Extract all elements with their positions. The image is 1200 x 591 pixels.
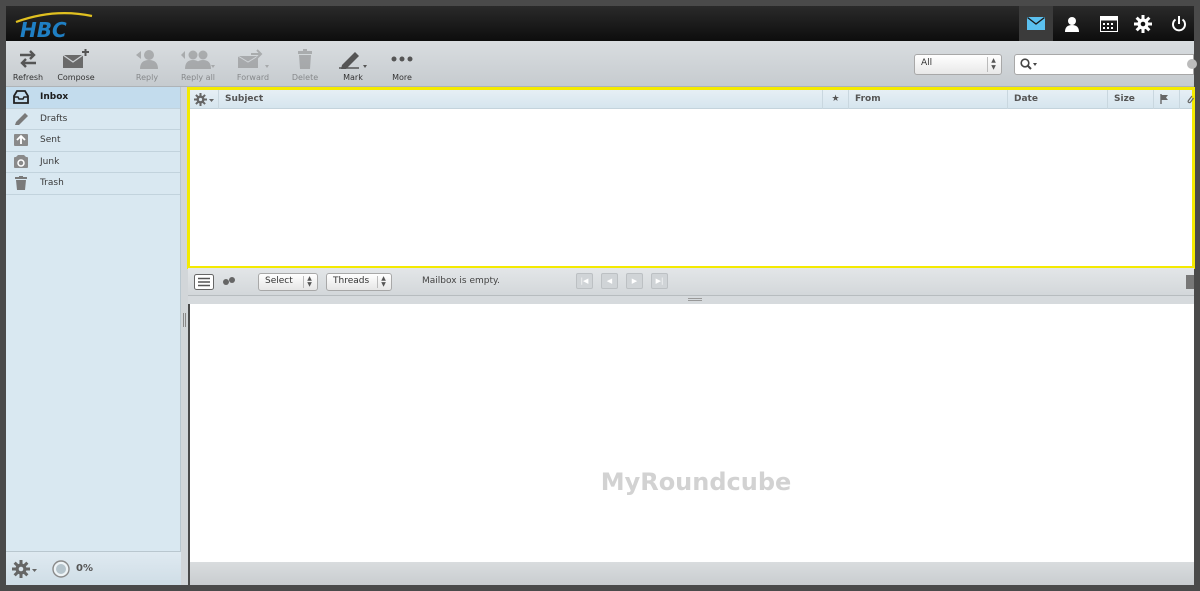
previous-page-icon[interactable]: ◀ xyxy=(601,273,618,289)
quota-text: 0% xyxy=(76,563,93,574)
column-flagged-star-icon[interactable]: ★ xyxy=(822,90,848,109)
vertical-splitter[interactable] xyxy=(181,87,188,585)
message-list[interactable]: Subject ★ From Date Size xyxy=(187,87,1195,269)
clear-search-icon[interactable] xyxy=(1187,59,1197,69)
reply-all-label: Reply all xyxy=(180,73,216,82)
contacts-icon[interactable] xyxy=(1055,6,1089,41)
search-icon[interactable] xyxy=(1020,58,1038,74)
more-button[interactable]: More xyxy=(378,47,426,82)
mark-pen-icon xyxy=(329,47,377,71)
toolbar: Refresh Compose Reply Reply all Forward … xyxy=(4,41,1197,87)
pencil-icon xyxy=(12,112,30,126)
mailbox-status: Mailbox is empty. xyxy=(422,276,500,286)
column-subject[interactable]: Subject xyxy=(218,90,822,109)
select-arrows-icon: ▲ ▼ xyxy=(987,57,999,72)
folder-actions-gear-icon[interactable] xyxy=(12,560,38,581)
column-attachment-icon[interactable] xyxy=(1179,90,1194,109)
svg-text:HBC: HBC xyxy=(20,18,67,40)
compose-icon xyxy=(52,47,100,71)
folder-label: Inbox xyxy=(40,92,69,103)
folder-trash[interactable]: Trash xyxy=(6,173,180,195)
horizontal-splitter[interactable] xyxy=(188,296,1194,304)
delete-label: Delete xyxy=(291,73,319,82)
folder-label: Trash xyxy=(40,178,64,189)
list-options-gear-icon[interactable] xyxy=(194,93,216,109)
forward-icon xyxy=(229,47,277,71)
more-label: More xyxy=(392,73,412,82)
top-header: HBC xyxy=(6,6,1196,42)
compose-button[interactable]: Compose xyxy=(52,47,100,82)
folder-drafts[interactable]: Drafts xyxy=(6,109,180,130)
column-from[interactable]: From xyxy=(848,90,1007,109)
select-arrows-icon: ▲ ▼ xyxy=(303,276,315,288)
select-menu[interactable]: Select ▲ ▼ xyxy=(258,273,318,291)
filter-select-value: All xyxy=(921,58,933,68)
more-dots-icon xyxy=(378,47,426,71)
reply-all-button[interactable]: Reply all xyxy=(174,47,222,82)
folder-sent[interactable]: Sent xyxy=(6,130,180,152)
message-list-header: Subject ★ From Date Size xyxy=(190,90,1194,109)
folder-sidebar: Inbox Drafts Sent Junk Trash 0% xyxy=(6,87,181,585)
sent-icon xyxy=(12,133,30,147)
refresh-label: Refresh xyxy=(12,73,44,82)
mark-button[interactable]: Mark xyxy=(329,47,377,82)
junk-icon xyxy=(12,154,30,169)
first-page-icon[interactable]: |◀ xyxy=(576,273,593,289)
settings-icon[interactable] xyxy=(1126,6,1160,41)
sidebar-footer: 0% xyxy=(6,551,181,585)
calendar-icon[interactable] xyxy=(1092,6,1126,41)
brand-watermark: MyRoundcube xyxy=(600,468,792,496)
quota-icon xyxy=(52,560,70,581)
column-flag-icon[interactable] xyxy=(1153,90,1179,109)
folder-junk[interactable]: Junk xyxy=(6,152,180,173)
list-footer: Select ▲ ▼ Threads ▲ ▼ Mailbox is empty. |… xyxy=(188,268,1194,296)
threads-toggle-icon[interactable] xyxy=(222,276,236,289)
forward-label: Forward xyxy=(236,73,270,82)
threads-menu-value: Threads xyxy=(333,276,370,286)
splitter-grip xyxy=(183,313,186,327)
reply-icon xyxy=(123,47,171,71)
list-view-icon[interactable] xyxy=(194,274,214,293)
folder-label: Drafts xyxy=(40,113,68,124)
column-date[interactable]: Date xyxy=(1007,90,1107,109)
mail-icon[interactable] xyxy=(1019,6,1053,41)
compose-label: Compose xyxy=(57,73,95,82)
mark-label: Mark xyxy=(343,73,363,82)
logout-icon[interactable] xyxy=(1162,6,1196,41)
threads-menu[interactable]: Threads ▲ ▼ xyxy=(326,273,392,291)
reply-all-icon xyxy=(174,47,222,71)
folder-inbox[interactable]: Inbox xyxy=(6,87,180,109)
delete-button[interactable]: Delete xyxy=(281,47,329,82)
inbox-icon xyxy=(12,90,30,105)
reply-button[interactable]: Reply xyxy=(123,47,171,82)
select-arrows-icon: ▲ ▼ xyxy=(377,276,389,288)
message-preview-pane: MyRoundcube xyxy=(190,304,1194,562)
column-size[interactable]: Size xyxy=(1107,90,1153,109)
search-box[interactable] xyxy=(1014,54,1197,75)
hbc-logo[interactable]: HBC xyxy=(14,10,104,42)
splitter-grip xyxy=(688,298,702,301)
search-input[interactable] xyxy=(1041,57,1181,72)
folder-label: Junk xyxy=(40,156,60,167)
toggle-preview-icon[interactable] xyxy=(1186,275,1194,289)
next-page-icon[interactable]: ▶ xyxy=(626,273,643,289)
forward-button[interactable]: Forward xyxy=(229,47,277,82)
preview-footer xyxy=(190,562,1194,585)
refresh-icon xyxy=(4,47,52,71)
reply-label: Reply xyxy=(135,73,159,82)
refresh-button[interactable]: Refresh xyxy=(4,47,52,82)
filter-select[interactable]: All ▲ ▼ xyxy=(914,54,1002,75)
trash-icon xyxy=(12,176,30,191)
last-page-icon[interactable]: ▶| xyxy=(651,273,668,289)
select-menu-value: Select xyxy=(265,276,293,286)
folder-label: Sent xyxy=(40,135,61,146)
trash-icon xyxy=(281,47,329,71)
